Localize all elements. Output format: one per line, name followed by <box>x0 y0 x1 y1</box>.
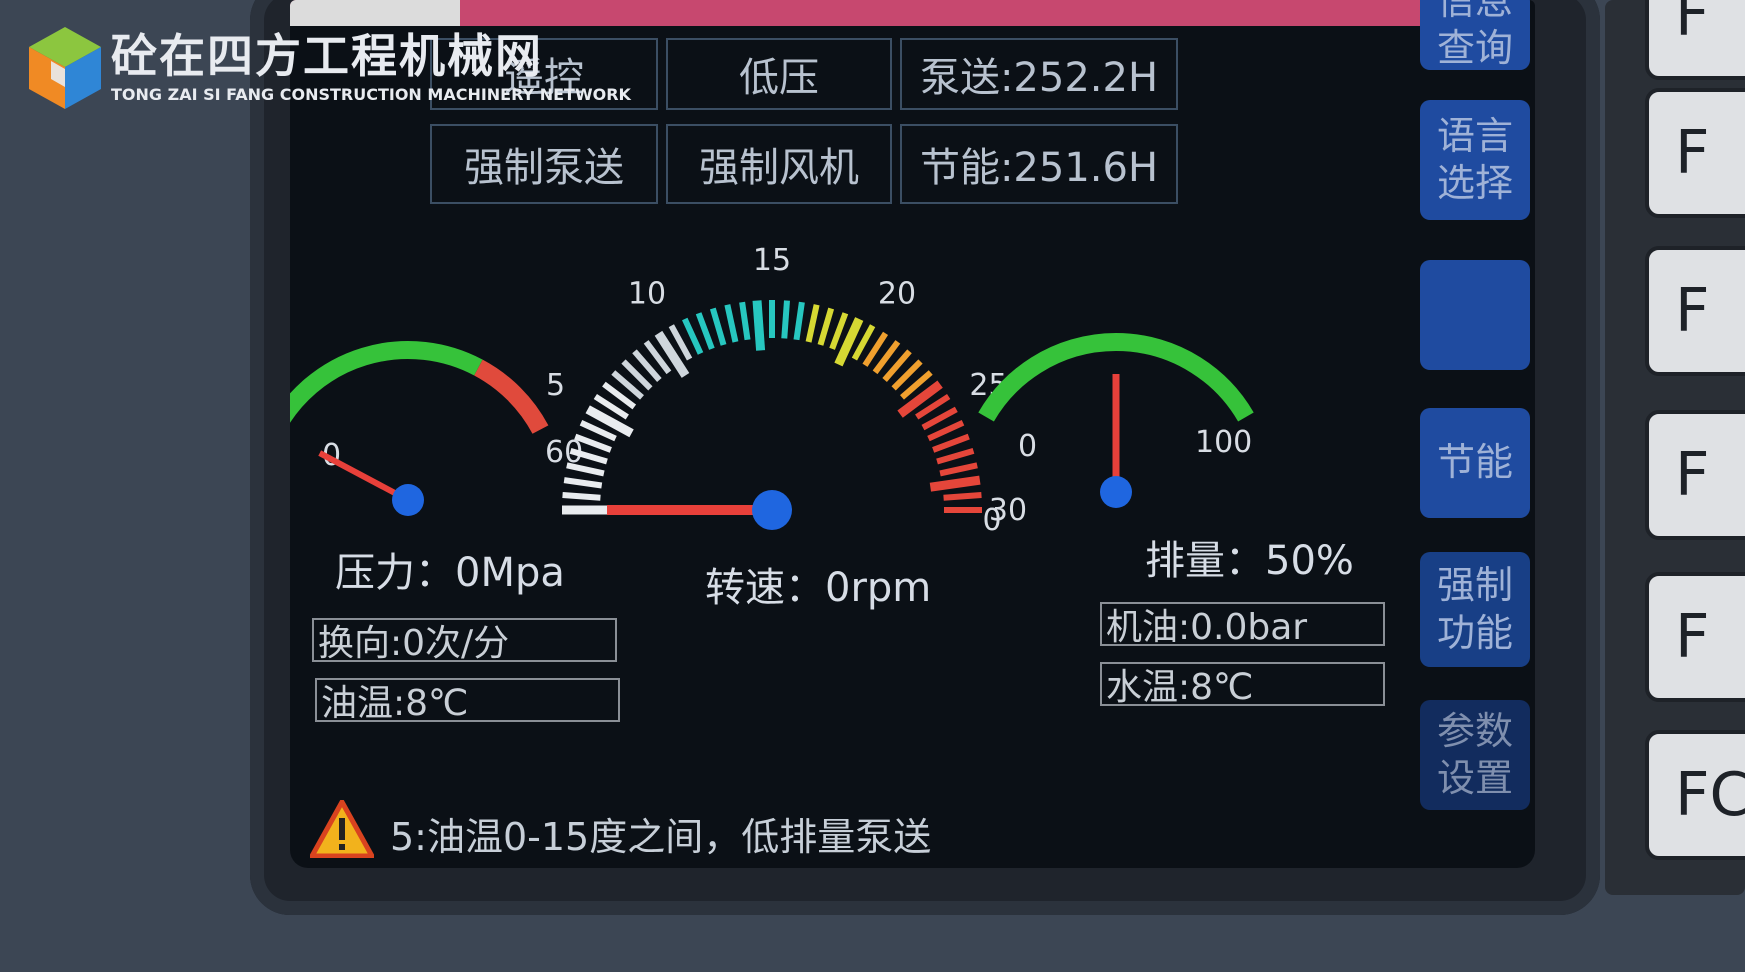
water-temp-field: 水温:8℃ <box>1100 662 1385 706</box>
param-settings-button[interactable]: 参数 设置 <box>1420 700 1530 810</box>
watermark-title-en: TONG ZAI SI FANG CONSTRUCTION MACHINERY … <box>111 84 631 104</box>
force-function-label: 强制 功能 <box>1436 563 1513 655</box>
warning-triangle-icon <box>307 796 377 867</box>
blank-side-button[interactable] <box>1420 260 1530 370</box>
speed-tick <box>936 447 975 465</box>
speed-gauge: 051015202530 <box>546 243 1027 538</box>
displacement-readout: 排量：50% <box>1145 538 1354 584</box>
energy-saving-label: 节能 <box>1436 440 1513 485</box>
info-query-label: 信息 查询 <box>1436 0 1513 70</box>
language-select-button[interactable]: 语言 选择 <box>1420 100 1530 220</box>
speed-tick <box>939 462 978 477</box>
speed-tick <box>724 304 739 343</box>
speed-tick-label: 20 <box>878 276 916 311</box>
energy-saving-button[interactable]: 节能 <box>1420 408 1530 518</box>
watermark-title-cn: 砼在四方工程机械网 <box>111 28 543 83</box>
function-key-4[interactable]: F <box>1645 410 1745 540</box>
pressure-gauge: 0 60 <box>290 341 583 516</box>
displacement-hub <box>1100 476 1132 508</box>
speed-tick <box>752 300 766 351</box>
speed-tick <box>562 492 601 501</box>
hmi-screen: 遥控 低压 泵送:252.2H 强制泵送 强制风机 节能:251.6H 信息 查… <box>290 0 1535 868</box>
speed-tick <box>929 475 981 492</box>
speed-tick-label: 10 <box>628 276 666 311</box>
speed-tick <box>897 380 943 418</box>
displacement-gauge: 0 100 <box>978 333 1254 508</box>
speed-tick <box>739 301 751 341</box>
speed-tick <box>805 304 820 343</box>
gauges-canvas: 0 60 051015202530 0 100 <box>290 243 1254 538</box>
alarm-bar: 5:油温0-15度之间，低排量泵送 <box>307 796 932 867</box>
engine-oil-field: 机油:0.0bar <box>1100 602 1385 646</box>
watermark-logo: 砼在四方工程机械网 TONG ZAI SI FANG CONSTRUCTION … <box>25 25 631 111</box>
info-query-button[interactable]: 信息 查询 <box>1420 0 1530 70</box>
speed-tick <box>793 301 805 341</box>
language-select-label: 语言 选择 <box>1436 113 1513 206</box>
speed-hub <box>752 490 792 530</box>
displacement-max-label: 100 <box>1195 425 1252 460</box>
function-key-1[interactable]: F <box>1645 0 1745 80</box>
cube-logo-icon <box>29 27 101 109</box>
speed-tick <box>695 312 715 350</box>
function-key-3[interactable]: F <box>1645 246 1745 376</box>
pressure-hub <box>392 484 424 516</box>
pressure-arc-danger <box>474 359 549 434</box>
speed-tick <box>943 492 982 501</box>
oil-temp-field: 油温:8℃ <box>315 678 620 722</box>
speed-tick <box>781 300 790 339</box>
speed-tick-label: 30 <box>989 493 1027 528</box>
function-key-5[interactable]: F <box>1645 572 1745 702</box>
function-key-2[interactable]: F <box>1645 88 1745 218</box>
speed-tick <box>563 477 603 489</box>
function-key-6[interactable]: FC <box>1645 730 1745 860</box>
speed-tick <box>566 462 605 477</box>
reversing-field: 换向:0次/分 <box>312 618 617 662</box>
speed-tick <box>709 307 727 346</box>
speed-tick <box>817 307 835 346</box>
force-function-button[interactable]: 强制 功能 <box>1420 552 1530 667</box>
function-key-strip: F F F F F FC <box>1605 0 1745 895</box>
speed-readout: 转速：0rpm <box>705 565 932 611</box>
alarm-message: 5:油温0-15度之间，低排量泵送 <box>390 815 932 859</box>
speed-tick-label: 15 <box>753 243 791 278</box>
pressure-arc-normal <box>290 341 483 423</box>
speed-tick-label: 5 <box>546 368 565 403</box>
pressure-readout: 压力：0Mpa <box>335 550 565 596</box>
param-settings-label: 参数 设置 <box>1436 708 1513 801</box>
displacement-min-label: 0 <box>1018 429 1037 464</box>
speed-tick <box>932 433 970 453</box>
